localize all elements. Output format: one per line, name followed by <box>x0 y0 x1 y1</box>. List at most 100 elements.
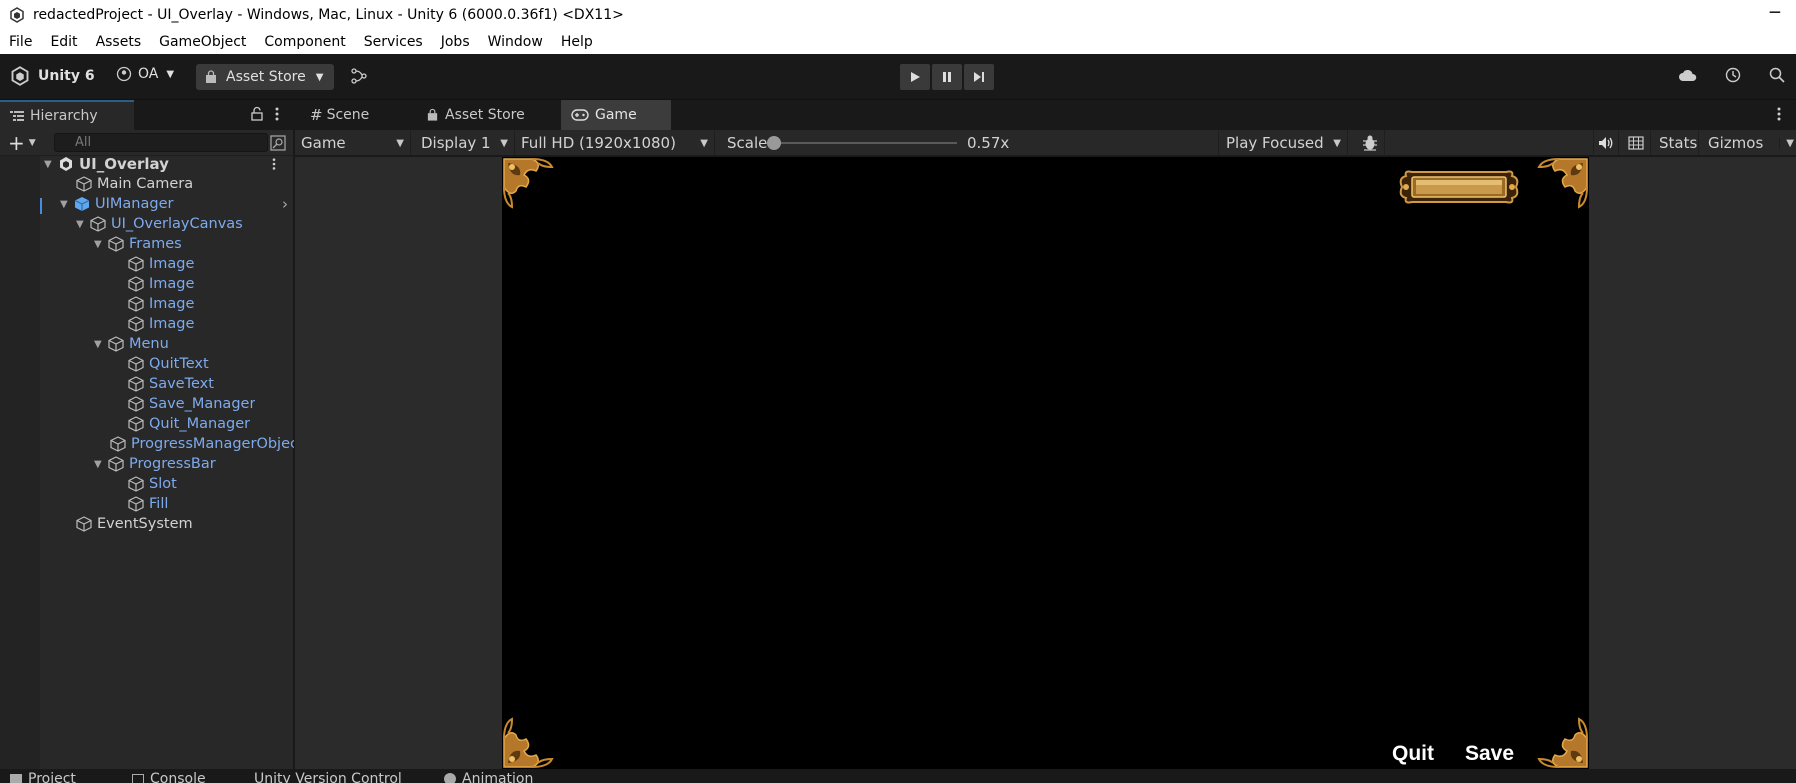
asset-store-button[interactable]: Asset Store ▼ <box>196 64 334 90</box>
step-button[interactable] <box>964 64 994 90</box>
expand-arrow-icon[interactable]: ▼ <box>94 459 108 470</box>
tab-version-control[interactable]: Unity Version Control <box>254 771 402 783</box>
hierarchy-item-main-camera[interactable]: Main Camera <box>76 174 193 194</box>
version-control-button[interactable] <box>350 67 368 85</box>
search-by-type-icon[interactable] <box>270 135 286 151</box>
hierarchy-item-label: Slot <box>149 476 177 492</box>
unity-button[interactable]: Unity 6 <box>10 66 95 86</box>
tab-scene[interactable]: # Scene <box>300 100 379 130</box>
debug-toggle[interactable] <box>1355 130 1385 156</box>
hierarchy-item-slot[interactable]: Slot <box>128 474 177 494</box>
unity-logo-icon <box>11 66 29 86</box>
menu-jobs[interactable]: Jobs <box>432 34 479 50</box>
cloud-icon[interactable] <box>1678 66 1698 86</box>
view-type-value: Game <box>301 134 346 152</box>
tab-hierarchy[interactable]: Hierarchy <box>0 100 134 130</box>
chevron-right-icon[interactable]: › <box>282 195 288 213</box>
resolution-dropdown[interactable]: Full HD (1920x1080) ▼ <box>515 130 715 156</box>
menu-component[interactable]: Component <box>255 34 354 50</box>
hierarchy-item-frames[interactable]: ▼ Frames <box>94 234 182 254</box>
hierarchy-item-eventsystem[interactable]: EventSystem <box>76 514 193 534</box>
hierarchy-item-label: UI_OverlayCanvas <box>111 216 243 232</box>
step-icon <box>974 72 984 82</box>
account-label: OA <box>138 66 159 82</box>
hierarchy-item-progressmanagerobject[interactable]: ProgressManagerObject <box>110 434 294 454</box>
play-mode-dropdown[interactable]: Play Focused ▼ <box>1218 130 1348 156</box>
gameobject-cube-icon <box>128 316 144 332</box>
view-type-dropdown[interactable]: Game ▼ <box>299 130 411 156</box>
chevron-down-icon[interactable]: ▼ <box>29 138 36 148</box>
save-button[interactable]: Save <box>1465 742 1514 766</box>
play-button[interactable] <box>900 64 930 90</box>
display-dropdown[interactable]: Display 1 ▼ <box>411 130 515 156</box>
menu-services[interactable]: Services <box>355 34 432 50</box>
hierarchy-item-ui-overlaycanvas[interactable]: ▼ UI_OverlayCanvas <box>76 214 243 234</box>
menu-edit[interactable]: Edit <box>41 34 86 50</box>
account-icon <box>116 66 132 82</box>
expand-arrow-icon[interactable]: ▼ <box>60 199 74 210</box>
animation-icon <box>444 773 456 783</box>
expand-arrow-icon[interactable]: ▼ <box>94 339 108 350</box>
menu-help[interactable]: Help <box>552 34 602 50</box>
minimize-button[interactable]: ─ <box>1770 3 1780 23</box>
hierarchy-item-quittext[interactable]: QuitText <box>128 354 209 374</box>
account-button[interactable]: OA ▼ <box>116 66 174 82</box>
tab-animation[interactable]: Animation <box>444 771 533 783</box>
tab-game[interactable]: Game <box>561 100 671 130</box>
tab-animation-label: Animation <box>462 771 534 783</box>
hierarchy-item-menu[interactable]: ▼ Menu <box>94 334 169 354</box>
pause-button[interactable] <box>932 64 962 90</box>
lock-icon[interactable] <box>250 106 264 122</box>
more-options-icon[interactable] <box>274 106 280 122</box>
tab-game-label: Game <box>595 107 637 123</box>
play-controls <box>900 64 994 90</box>
stats-grid-toggle[interactable] <box>1621 130 1651 156</box>
history-icon[interactable] <box>1724 66 1742 84</box>
hierarchy-gutter <box>0 156 40 769</box>
tab-project[interactable]: Project <box>10 771 76 783</box>
scale-slider-handle[interactable] <box>767 136 781 150</box>
hierarchy-item-savetext[interactable]: SaveText <box>128 374 214 394</box>
hierarchy-item-fill[interactable]: Fill <box>128 494 168 514</box>
hierarchy-item-save-manager[interactable]: Save_Manager <box>128 394 255 414</box>
mute-audio-toggle[interactable] <box>1593 130 1619 156</box>
gameobject-cube-icon <box>128 496 144 512</box>
chevron-down-icon: ▼ <box>700 137 708 149</box>
gizmos-dropdown[interactable]: Gizmos ▼ <box>1704 130 1796 156</box>
more-options-icon[interactable] <box>271 157 277 171</box>
hierarchy-item-image[interactable]: Image <box>128 294 194 314</box>
menu-window[interactable]: Window <box>479 34 552 50</box>
hierarchy-item-label: Image <box>149 316 195 332</box>
gameobject-cube-icon <box>108 236 124 252</box>
tab-version-control-label: Unity Version Control <box>254 771 402 783</box>
expand-arrow-icon[interactable]: ▼ <box>94 239 108 250</box>
hierarchy-item-quit-manager[interactable]: Quit_Manager <box>128 414 250 434</box>
gameobject-cube-icon <box>128 476 144 492</box>
hierarchy-item-scene-ui-overlay[interactable]: ▼ UI_Overlay <box>44 154 294 174</box>
hierarchy-item-uimanager[interactable]: ▼ UIManager › <box>60 194 294 214</box>
hierarchy-item-label: QuitText <box>149 356 209 372</box>
menu-gameobject[interactable]: GameObject <box>150 34 255 50</box>
window-title: redactedProject - UI_Overlay - Windows, … <box>33 6 624 23</box>
tab-asset-store[interactable]: Asset Store <box>416 100 535 130</box>
hierarchy-item-label: Save_Manager <box>149 396 256 412</box>
hierarchy-item-image[interactable]: Image <box>128 254 194 274</box>
stats-button[interactable]: Stats <box>1655 130 1699 156</box>
menu-assets[interactable]: Assets <box>87 34 151 50</box>
scale-slider-track[interactable] <box>773 142 957 144</box>
hierarchy-item-image[interactable]: Image <box>128 274 194 294</box>
add-button[interactable]: + <box>8 131 25 155</box>
panel-tab-row: Hierarchy # Scene Asset Store Game <box>0 100 1796 130</box>
more-options-icon[interactable] <box>1776 106 1782 122</box>
expand-arrow-icon[interactable]: ▼ <box>76 219 90 230</box>
hierarchy-item-progressbar[interactable]: ▼ ProgressBar <box>94 454 216 474</box>
game-viewport[interactable]: Quit Save <box>502 157 1589 769</box>
tab-console[interactable]: Console <box>132 771 206 783</box>
hierarchy-search-input[interactable]: All <box>54 133 268 152</box>
menu-file[interactable]: File <box>0 34 41 50</box>
gameobject-cube-icon <box>128 396 144 412</box>
quit-button[interactable]: Quit <box>1392 742 1434 766</box>
expand-arrow-icon[interactable]: ▼ <box>44 159 58 170</box>
search-icon[interactable] <box>1768 66 1786 84</box>
hierarchy-item-image[interactable]: Image <box>128 314 194 334</box>
